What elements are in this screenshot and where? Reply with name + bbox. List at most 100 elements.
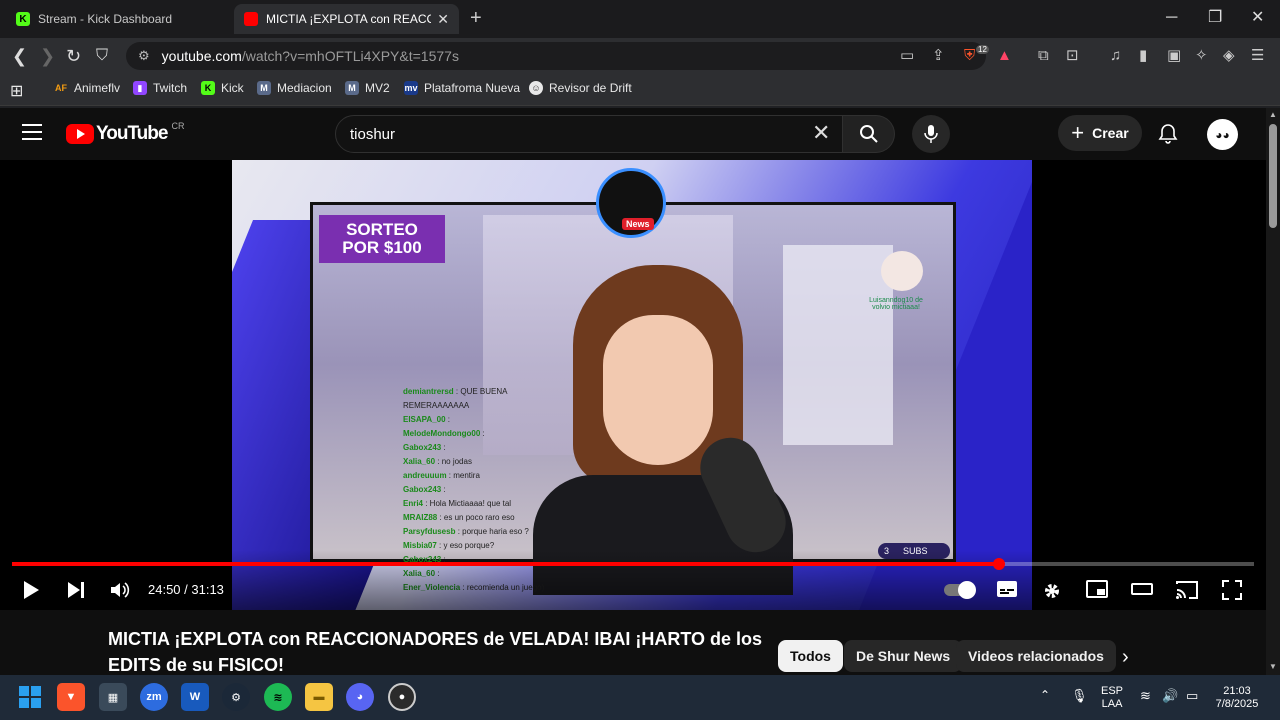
brave-rewards-icon[interactable]: ▲ bbox=[997, 47, 1012, 65]
battery-icon[interactable]: ▭ bbox=[1186, 689, 1198, 702]
theater-mode-icon[interactable] bbox=[1131, 580, 1153, 598]
screenshot-icon[interactable]: ⊡ bbox=[1066, 47, 1079, 65]
search-value: tioshur bbox=[350, 125, 396, 143]
next-video-icon[interactable] bbox=[66, 580, 86, 600]
cast-page-icon[interactable]: ▭ bbox=[900, 47, 914, 65]
bookmark-icon[interactable]: ⛉ bbox=[96, 46, 108, 66]
url-path: /watch?v=mhOFTLi4XPY&t=1577s bbox=[241, 48, 459, 64]
close-tab-icon[interactable]: ✕ bbox=[437, 11, 449, 28]
page-scrollbar[interactable]: ▲ ▼ bbox=[1266, 108, 1280, 675]
plus-icon: + bbox=[1071, 120, 1085, 145]
search-button[interactable] bbox=[843, 115, 895, 153]
settings-gear-icon[interactable] bbox=[1041, 580, 1063, 602]
miniplayer-icon[interactable] bbox=[1086, 580, 1108, 598]
chip-de-shur-news[interactable]: De Shur News bbox=[844, 640, 963, 672]
wifi-icon[interactable]: ≋ bbox=[1140, 689, 1151, 702]
new-tab-button[interactable]: + bbox=[470, 8, 482, 28]
search-input[interactable]: tioshur bbox=[335, 115, 843, 153]
scroll-down-icon[interactable]: ▼ bbox=[1269, 662, 1277, 671]
obs-icon[interactable]: ● bbox=[388, 683, 416, 711]
site-info-icon[interactable]: ⚙ bbox=[138, 48, 150, 64]
video-player[interactable]: SORTEO POR $100 demiantrersd : QUE BUENA… bbox=[0, 160, 1266, 610]
address-bar[interactable]: ⚙ youtube.com/watch?v=mhOFTLi4XPY&t=1577… bbox=[126, 42, 986, 70]
zoom-icon[interactable]: zm bbox=[140, 683, 168, 711]
youtube-header: YouTube CR tioshur ✕ + Crear ◕◕ bbox=[0, 108, 1266, 160]
spotify-icon[interactable]: ≋ bbox=[264, 683, 292, 711]
tray-microphone-icon[interactable]: 🎙 bbox=[1071, 689, 1088, 702]
chat-username: Enri4 bbox=[403, 499, 424, 508]
menu-icon[interactable]: ☰ bbox=[1251, 47, 1264, 65]
bookmark-twitch[interactable]: ▮ Twitch bbox=[133, 81, 187, 95]
chip-videos-relacionados[interactable]: Videos relacionados bbox=[956, 640, 1116, 672]
bookmark-plataforma[interactable]: mv Platafroma Nueva bbox=[404, 81, 520, 95]
reload-button[interactable]: ↻ bbox=[66, 46, 81, 66]
m-icon: M bbox=[257, 81, 271, 95]
wallet-icon[interactable]: ▣ bbox=[1167, 47, 1181, 65]
clock[interactable]: 21:03 7/8/2025 bbox=[1212, 685, 1262, 711]
tab-kick-dashboard[interactable]: K Stream - Kick Dashboard bbox=[6, 4, 232, 34]
sidebar-icon[interactable]: ▮ bbox=[1139, 47, 1147, 65]
play-icon[interactable] bbox=[22, 580, 40, 600]
voice-search-button[interactable] bbox=[912, 115, 950, 153]
media-icon[interactable]: ♫ bbox=[1110, 47, 1121, 65]
sorteo-line2: POR $100 bbox=[342, 238, 422, 257]
chat-username: EISAPA_00 bbox=[403, 415, 446, 424]
chat-text: : y eso porque? bbox=[436, 541, 495, 550]
vpn-icon[interactable]: ◈ bbox=[1223, 47, 1235, 65]
fullscreen-icon[interactable] bbox=[1222, 580, 1242, 600]
bookmark-animeflv[interactable]: AF Animeflv bbox=[54, 81, 120, 95]
bookmarks-bar: ⊞ AF Animeflv ▮ Twitch K Kick M Mediacion MM… bbox=[0, 74, 1280, 106]
discord-icon[interactable]: ◕ bbox=[346, 683, 374, 711]
clear-search-icon[interactable]: ✕ bbox=[812, 120, 830, 146]
notifications-bell-icon[interactable] bbox=[1158, 123, 1178, 145]
tray-chevron-up-icon[interactable]: ⌃ bbox=[1040, 689, 1050, 702]
progress-bar[interactable] bbox=[12, 558, 1254, 570]
scrollbar-thumb[interactable] bbox=[1269, 124, 1277, 228]
kick-icon: K bbox=[16, 12, 30, 26]
calculator-icon[interactable]: ▦ bbox=[99, 683, 127, 711]
hamburger-menu-icon[interactable] bbox=[22, 124, 42, 140]
extensions-icon[interactable]: ⧉ bbox=[1038, 47, 1049, 65]
minimize-button[interactable]: ─ bbox=[1166, 8, 1177, 28]
chevron-right-icon[interactable]: › bbox=[1122, 646, 1129, 669]
file-explorer-icon[interactable]: ▬ bbox=[305, 683, 333, 711]
bookmark-mv2[interactable]: M MV2 bbox=[345, 81, 390, 95]
brave-shield-icon[interactable]: ⛨ bbox=[964, 47, 975, 65]
bookmark-revisor[interactable]: ☺ Revisor de Drift bbox=[529, 81, 632, 95]
scrubber-handle[interactable] bbox=[992, 558, 1005, 570]
chat-text: : bbox=[480, 429, 485, 438]
forward-button[interactable]: ❯ bbox=[40, 46, 55, 66]
video-frame[interactable]: SORTEO POR $100 demiantrersd : QUE BUENA… bbox=[232, 160, 1032, 610]
twitch-icon: ▮ bbox=[133, 81, 147, 95]
speaker-icon[interactable]: 🔊 bbox=[1162, 689, 1178, 702]
leo-ai-icon[interactable]: ✧ bbox=[1195, 47, 1208, 65]
volume-icon[interactable] bbox=[109, 580, 131, 600]
kick-icon: K bbox=[201, 81, 215, 95]
back-button[interactable]: ❮ bbox=[12, 46, 27, 66]
avatar[interactable]: ◕◕ bbox=[1207, 119, 1238, 150]
steam-icon[interactable]: ⚙ bbox=[222, 683, 250, 711]
apps-grid-icon[interactable]: ⊞ bbox=[10, 81, 23, 101]
af-icon: AF bbox=[55, 83, 67, 93]
cast-icon[interactable] bbox=[1175, 580, 1199, 600]
bookmark-label: Revisor de Drift bbox=[549, 81, 632, 95]
brave-browser-icon[interactable]: ▼ bbox=[57, 683, 85, 711]
close-window-button[interactable]: ✕ bbox=[1251, 8, 1264, 28]
language-indicator[interactable]: ESP LAA bbox=[1101, 685, 1123, 711]
scroll-up-icon[interactable]: ▲ bbox=[1269, 110, 1277, 119]
bookmark-mediacion[interactable]: M Mediacion bbox=[257, 81, 332, 95]
youtube-logo[interactable]: YouTube CR bbox=[66, 121, 184, 145]
tab-youtube-video[interactable]: MICTIA ¡EXPLOTA con REACCIONADORES ✕ bbox=[234, 4, 459, 34]
share-icon[interactable]: ⇪ bbox=[932, 47, 945, 65]
bookmark-kick[interactable]: K Kick bbox=[201, 81, 244, 95]
chat-username: Gabox243 bbox=[403, 485, 442, 494]
chat-message: Parsyfdusesb : porque haria eso ? bbox=[403, 525, 563, 539]
chip-todos[interactable]: Todos bbox=[778, 640, 843, 672]
word-icon[interactable]: W bbox=[181, 683, 209, 711]
create-button[interactable]: + Crear bbox=[1058, 115, 1142, 151]
bookmark-label: Mediacion bbox=[277, 81, 332, 95]
restore-button[interactable]: ❐ bbox=[1208, 8, 1222, 28]
windows-start-icon[interactable] bbox=[16, 683, 44, 711]
subtitles-icon[interactable] bbox=[996, 580, 1018, 598]
autoplay-toggle[interactable] bbox=[944, 581, 976, 599]
